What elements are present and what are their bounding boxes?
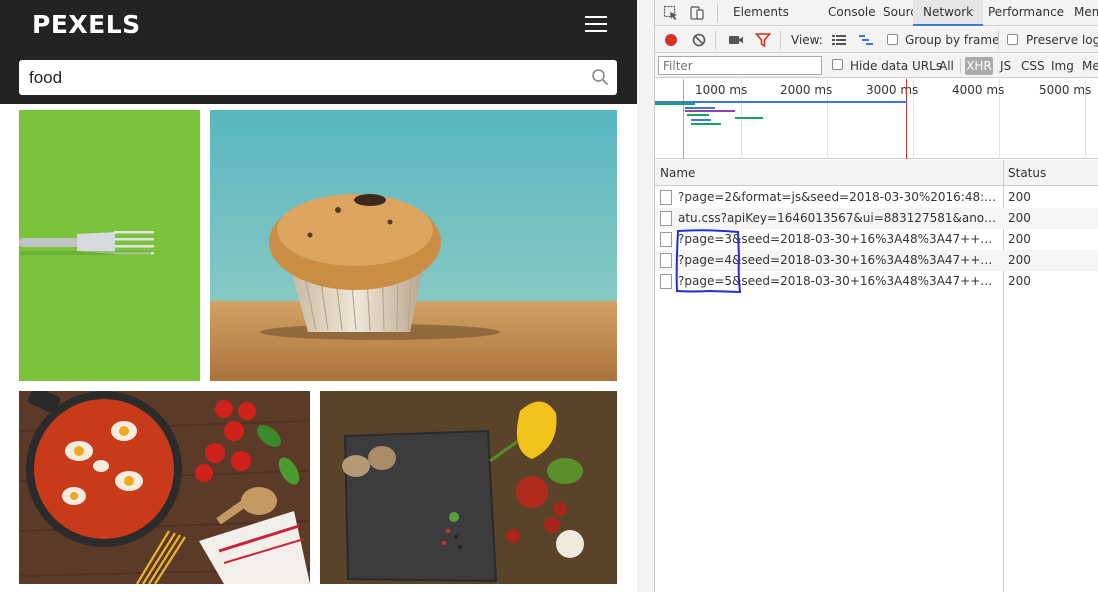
network-filter-bar: Hide data URLs All XHR JS CSS Img Me	[655, 54, 1098, 78]
tab-elements[interactable]: Elements	[723, 0, 799, 26]
type-filter-xhr[interactable]: XHR	[965, 57, 993, 75]
timeline-request-bar	[687, 114, 709, 116]
photo-shakshuka-pan[interactable]	[19, 391, 310, 584]
filter-input[interactable]	[658, 56, 822, 75]
timeline-tick-label: 3000 ms	[866, 83, 919, 97]
request-name: ?page=3&seed=2018-03-30+16%3A48%3A47++00…	[678, 232, 998, 246]
network-overview-timeline[interactable]: 1000 ms 2000 ms 3000 ms 4000 ms 5000 ms	[655, 79, 1098, 159]
search-box	[19, 60, 617, 95]
timeline-load-marker	[906, 79, 907, 159]
type-filter-css[interactable]: CSS	[1021, 54, 1045, 78]
file-icon	[660, 274, 672, 289]
timeline-request-bar	[655, 103, 695, 105]
request-row[interactable]: ?page=3&seed=2018-03-30+16%3A48%3A47++00…	[655, 229, 1098, 250]
group-by-frame-checkbox[interactable]	[887, 34, 898, 45]
site-header: PEXELS	[0, 0, 637, 104]
requests-table-header: Name Status	[655, 160, 1098, 186]
timeline-tick-label: 5000 ms	[1039, 83, 1092, 97]
filter-icon[interactable]	[755, 32, 771, 48]
timeline-dom-marker	[683, 79, 684, 159]
request-name: ?page=4&seed=2018-03-30+16%3A48%3A47++00…	[678, 253, 998, 267]
tab-performance[interactable]: Performance	[978, 0, 1074, 26]
waterfall-overview-icon[interactable]	[858, 32, 874, 48]
type-filter-media[interactable]: Me	[1082, 54, 1098, 78]
pexels-page: PEXELS	[0, 0, 637, 592]
timeline-request-bar	[685, 107, 715, 109]
file-icon	[660, 232, 672, 247]
timeline-tick-label: 4000 ms	[952, 83, 1005, 97]
pexels-logo[interactable]: PEXELS	[32, 10, 141, 39]
menu-icon[interactable]	[585, 16, 607, 32]
photo-muffin[interactable]	[210, 110, 617, 381]
request-status: 200	[1008, 211, 1031, 225]
timeline-request-bar	[691, 123, 721, 125]
timeline-request-bar	[685, 110, 735, 112]
tab-memory[interactable]: Mem	[1064, 0, 1098, 26]
timeline-tick-label: 2000 ms	[780, 83, 833, 97]
request-status: 200	[1008, 274, 1031, 288]
request-row[interactable]: ?page=2&format=js&seed=2018-03-30%2016:4…	[655, 187, 1098, 208]
request-name: ?page=2&format=js&seed=2018-03-30%2016:4…	[678, 190, 998, 204]
request-status: 200	[1008, 253, 1031, 267]
clear-icon[interactable]	[691, 32, 707, 48]
file-icon	[660, 211, 672, 226]
capture-screenshots-icon[interactable]	[728, 32, 744, 48]
hide-data-urls-checkbox[interactable]	[832, 59, 843, 70]
request-name: ?page=5&seed=2018-03-30+16%3A48%3A47++00…	[678, 274, 998, 288]
panel-divider[interactable]	[637, 0, 655, 592]
record-icon[interactable]	[663, 32, 679, 48]
devtools-tabbar: Elements Console Sources Network Perform…	[655, 0, 1098, 26]
type-filter-all[interactable]: All	[939, 54, 954, 78]
file-icon	[660, 253, 672, 268]
preserve-log-label: Preserve log	[1026, 33, 1098, 47]
search-icon[interactable]	[591, 68, 609, 86]
request-status: 200	[1008, 190, 1031, 204]
view-label: View:	[791, 33, 823, 47]
request-name: atu.css?apiKey=1646013567&ui=883127581&a…	[678, 211, 998, 225]
request-status: 200	[1008, 232, 1031, 246]
devtools-panel: Elements Console Sources Network Perform…	[655, 0, 1098, 592]
request-row[interactable]: ?page=4&seed=2018-03-30+16%3A48%3A47++00…	[655, 250, 1098, 271]
photo-fork-on-green[interactable]	[19, 110, 200, 381]
hide-data-urls-label: Hide data URLs	[850, 59, 943, 73]
large-rows-icon[interactable]	[831, 32, 847, 48]
column-header-status[interactable]: Status	[1008, 160, 1046, 186]
photo-slate-vegetables[interactable]	[320, 391, 617, 584]
type-filter-img[interactable]: Img	[1051, 54, 1074, 78]
file-icon	[660, 190, 672, 205]
group-by-frame-label: Group by frame	[905, 33, 1000, 47]
search-input[interactable]	[29, 60, 589, 95]
preserve-log-checkbox[interactable]	[1007, 34, 1018, 45]
network-toolbar: View: Group by frame Preserve log	[655, 27, 1098, 53]
device-toolbar-icon[interactable]	[689, 5, 705, 21]
request-row[interactable]: atu.css?apiKey=1646013567&ui=883127581&a…	[655, 208, 1098, 229]
column-header-name[interactable]: Name	[660, 160, 695, 186]
request-row[interactable]: ?page=5&seed=2018-03-30+16%3A48%3A47++00…	[655, 271, 1098, 292]
tab-network[interactable]: Network	[913, 0, 984, 26]
timeline-request-bar	[735, 117, 763, 119]
type-filter-js[interactable]: JS	[1000, 54, 1011, 78]
timeline-request-bar	[691, 119, 711, 121]
inspect-element-icon[interactable]	[663, 5, 679, 21]
timeline-tick-label: 1000 ms	[695, 83, 748, 97]
